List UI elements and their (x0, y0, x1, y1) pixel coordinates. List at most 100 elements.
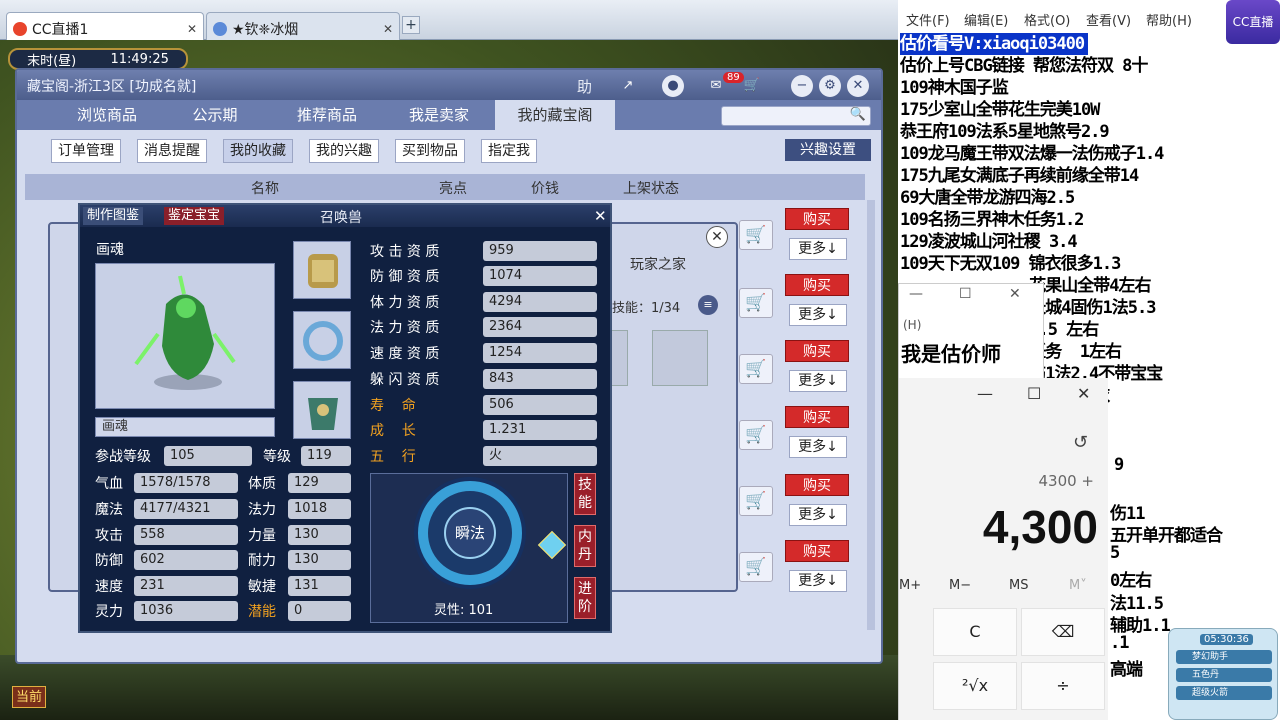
skill-slot[interactable] (652, 330, 708, 386)
make-catalog-button[interactable]: 制作图鉴 (83, 207, 144, 225)
maximize-icon[interactable]: ☐ (959, 286, 972, 302)
current-channel-button[interactable]: 当前 (12, 686, 46, 708)
equipment-slot[interactable] (293, 241, 351, 299)
interest-settings-button[interactable]: 兴趣设置 (785, 139, 871, 161)
more-button[interactable]: 更多↓ (789, 304, 847, 326)
widget-time: 05:30:36 (1200, 634, 1253, 645)
equipment-slot[interactable] (293, 381, 351, 439)
order-management-button[interactable]: 订单管理 (51, 139, 121, 163)
tab-advance[interactable]: 进阶 (574, 577, 596, 619)
menu-help[interactable]: (H) (903, 318, 921, 332)
close-icon[interactable]: ✕ (706, 226, 728, 248)
maximize-icon[interactable]: ☐ (1027, 384, 1041, 403)
minimize-icon[interactable]: — (909, 286, 923, 302)
my-favorites-button[interactable]: 我的收藏 (223, 139, 293, 163)
buy-button[interactable]: 购买 (785, 540, 849, 562)
close-icon[interactable]: ✕ (594, 207, 607, 225)
mem-minus-button[interactable]: M− (949, 578, 971, 593)
text-line[interactable]: 恭王府109法系5星地煞号2.9 (900, 121, 1280, 143)
browser-tab-game[interactable]: ★钦❈冰烟 ✕ (206, 12, 400, 40)
more-button[interactable]: 更多↓ (789, 504, 847, 526)
widget-row[interactable]: 梦幻助手 (1176, 650, 1272, 664)
text-line[interactable]: 109天下无双109 锦衣很多1.3 (900, 253, 1280, 275)
more-button[interactable]: 更多↓ (789, 370, 847, 392)
tab-publicity[interactable]: 公示期 (167, 100, 263, 130)
divide-button[interactable]: ÷ (1021, 662, 1105, 710)
backspace-button[interactable]: ⌫ (1021, 608, 1105, 656)
menu-icon[interactable]: ≡ (698, 295, 718, 315)
settings-icon[interactable]: ⚙ (819, 75, 841, 97)
more-button[interactable]: 更多↓ (789, 570, 847, 592)
text-line-selected[interactable]: 估价看号V:xiaoqi03400 (900, 33, 1089, 55)
appraise-pet-button[interactable]: 鉴定宝宝 (164, 207, 225, 225)
history-icon[interactable]: ↺ (1073, 432, 1088, 453)
more-button[interactable]: 更多↓ (789, 238, 847, 260)
pet-name-field[interactable]: 画魂 (95, 417, 275, 437)
tab-recommended[interactable]: 推荐商品 (279, 100, 375, 130)
minimize-icon[interactable]: — (977, 384, 993, 403)
clear-button[interactable]: C (933, 608, 1017, 656)
share-icon[interactable]: ↗ (617, 75, 639, 97)
close-icon[interactable]: ✕ (187, 22, 197, 36)
add-cart-icon[interactable]: 🛒 (739, 288, 773, 318)
menu-edit[interactable]: 编辑(E) (964, 10, 1008, 29)
stat-label: 攻击 (95, 528, 123, 544)
widget-row[interactable]: 五色丹 (1176, 668, 1272, 682)
my-interests-button[interactable]: 我的兴趣 (309, 139, 379, 163)
add-cart-icon[interactable]: 🛒 (739, 354, 773, 384)
menu-format[interactable]: 格式(O) (1024, 10, 1070, 29)
stat-value: 1036 (134, 601, 238, 621)
menu-view[interactable]: 查看(V) (1086, 10, 1131, 29)
close-icon[interactable]: ✕ (1077, 384, 1090, 403)
text-line[interactable]: 175少室山全带花生完美10W (900, 99, 1280, 121)
add-cart-icon[interactable]: 🛒 (739, 486, 773, 516)
more-button[interactable]: 更多↓ (789, 436, 847, 458)
mem-store-button[interactable]: MS (1009, 578, 1028, 593)
aptitude-label: 速 度 资 质 (370, 346, 440, 362)
message-reminder-button[interactable]: 消息提醒 (137, 139, 207, 163)
add-cart-icon[interactable]: 🛒 (739, 552, 773, 582)
text-line[interactable]: 109龙马魔王带双法爆一法伤戒子1.4 (900, 143, 1280, 165)
record-icon[interactable]: ● (662, 75, 684, 97)
buy-button[interactable]: 购买 (785, 274, 849, 296)
tab-inner-pill[interactable]: 内丹 (574, 525, 596, 567)
text-fragment: 五开单开都适合 (1110, 526, 1223, 546)
search-icon[interactable]: 🔍 (850, 107, 866, 122)
add-cart-icon[interactable]: 🛒 (739, 420, 773, 450)
purchased-items-button[interactable]: 买到物品 (395, 139, 465, 163)
close-icon[interactable]: ✕ (383, 22, 393, 36)
mem-list-button[interactable]: M˅ (1069, 578, 1087, 593)
tab-skills[interactable]: 技能 (574, 473, 596, 515)
add-cart-icon[interactable]: 🛒 (739, 220, 773, 250)
mem-plus-button[interactable]: M+ (899, 578, 921, 593)
sqrt-button[interactable]: ²√x (933, 662, 1017, 710)
text-line[interactable]: 175九尾女满底子再续前缘全带14 (900, 165, 1280, 187)
tab-my-pavilion[interactable]: 我的藏宝阁 (495, 100, 615, 130)
widget-row[interactable]: 超级火箭 (1176, 686, 1272, 700)
text-line[interactable]: 估价上号CBG链接 帮您法符双 8十 (900, 55, 1280, 77)
equipment-slot[interactable] (293, 311, 351, 369)
designated-me-button[interactable]: 指定我 (481, 139, 537, 163)
buy-button[interactable]: 购买 (785, 406, 849, 428)
skill-center-button[interactable]: 瞬法 (444, 507, 496, 559)
close-icon[interactable]: ✕ (847, 75, 869, 97)
scrollbar[interactable] (867, 200, 875, 630)
search-input[interactable]: 🔍 (721, 106, 871, 126)
buy-button[interactable]: 购买 (785, 340, 849, 362)
menu-help[interactable]: 帮助(H) (1146, 10, 1192, 29)
new-tab-button[interactable]: + (402, 16, 420, 34)
minimize-icon[interactable]: − (791, 75, 813, 97)
text-line[interactable]: 109神木国子监 (900, 77, 1280, 99)
buy-button[interactable]: 购买 (785, 208, 849, 230)
buy-button[interactable]: 购买 (785, 474, 849, 496)
close-icon[interactable]: ✕ (1009, 286, 1021, 302)
text-line[interactable]: 109名扬三界神木任务1.2 (900, 209, 1280, 231)
browser-tab-cc[interactable]: CC直播1 ✕ (6, 12, 204, 40)
text-line[interactable]: 129凌波城山河社稷 3.4 (900, 231, 1280, 253)
tab-seller[interactable]: 我是卖家 (391, 100, 487, 130)
menu-file[interactable]: 文件(F) (906, 10, 950, 29)
help-button[interactable]: 助 (577, 76, 592, 97)
text-line[interactable]: 69大唐全带龙游四海2.5 (900, 187, 1280, 209)
cart-icon[interactable]: 🛒 (741, 75, 763, 97)
tab-browse[interactable]: 浏览商品 (57, 100, 157, 130)
